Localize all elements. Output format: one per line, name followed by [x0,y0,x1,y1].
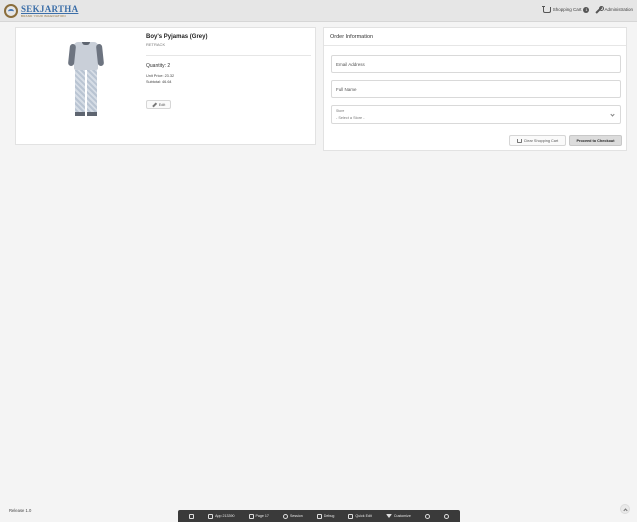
gear-icon [443,513,449,519]
devbar-debug-label: Debug [323,514,335,518]
scroll-to-top-button[interactable] [620,504,630,514]
wrench-icon [595,6,605,13]
product-image [66,42,106,122]
store-label: Store [336,109,345,113]
debug-icon [316,513,322,519]
devbar-app[interactable]: App 213390 [208,513,235,519]
logo-tagline: BRAND YOUR IMAGINATION [21,13,66,18]
cart-item-card: Boy's Pyjamas (Grey) RETRACK Quantity: 2… [15,27,316,145]
divider [146,55,311,56]
devbar-info[interactable] [424,513,430,519]
logo-icon [4,4,18,18]
devbar-page-label: Page 17 [255,514,269,518]
administration-link[interactable]: Administration [595,6,633,13]
product-title: Boy's Pyjamas (Grey) [146,34,208,40]
page-icon [248,513,254,519]
product-sku: RETRACK [146,42,166,47]
edit-label: Edit [158,102,166,107]
store-select[interactable]: Store - Select a Store - [331,105,621,124]
clear-cart-label: Clear Shopping Cart [523,138,559,143]
devbar-customize[interactable]: Customize [385,514,411,518]
session-icon [282,513,288,519]
top-navigation-bar: SEKJARTHA BRAND YOUR IMAGINATION Shoppin… [0,0,637,22]
devbar-session[interactable]: Session [282,513,303,519]
info-icon [424,513,430,519]
email-field[interactable]: Email Address [331,55,621,73]
devbar-debug[interactable]: Debug [316,513,335,519]
unit-price: Unit Price: 23.32 [146,74,175,78]
shopping-cart-link[interactable]: Shopping Cart 1 [541,5,590,13]
logo-name: SEKJARTHA [21,3,79,14]
cart-icon [541,5,551,13]
order-panel-header: Order Information [324,28,626,46]
full-name-field[interactable]: Full Name [331,80,621,98]
edit-icon [208,513,214,519]
devbar-settings[interactable] [443,513,449,519]
devbar-home[interactable] [189,513,195,519]
chevron-down-icon [610,112,615,117]
subtotal: Subtotal: 46.64 [146,80,172,84]
brand-logo[interactable]: SEKJARTHA BRAND YOUR IMAGINATION [4,4,78,18]
quick-edit-icon [348,513,354,519]
devbar-customize-label: Customize [393,514,411,518]
clear-shopping-cart-button[interactable]: Clear Shopping Cart [509,135,566,146]
devbar-session-label: Session [289,514,303,518]
header-nav: Shopping Cart 1 Administration [537,5,633,13]
edit-button[interactable]: Edit [146,100,171,109]
store-value: - Select a Store - [336,116,365,120]
order-panel-title: Order Information [330,34,374,40]
cart-icon [516,138,522,143]
administration-label: Administration [604,7,633,12]
order-information-panel: Order Information Email Address Full Nam… [323,27,627,151]
developer-toolbar: App 213390 Page 17 Session Debug Quick E… [178,510,460,522]
devbar-app-label: App 213390 [215,514,235,518]
release-version: Release 1.0 [9,508,32,513]
shopping-cart-label: Shopping Cart [552,7,582,12]
proceed-to-checkout-button[interactable]: Proceed to Checkout [569,135,622,146]
cart-count-badge: 1 [583,6,590,13]
customize-icon [385,514,392,518]
pencil-icon [151,102,157,107]
devbar-quick-edit[interactable]: Quick Edit [348,513,372,519]
product-quantity: Quantity: 2 [146,63,171,69]
devbar-quick-edit-label: Quick Edit [355,514,372,518]
home-icon [189,513,195,519]
devbar-page[interactable]: Page 17 [248,513,269,519]
